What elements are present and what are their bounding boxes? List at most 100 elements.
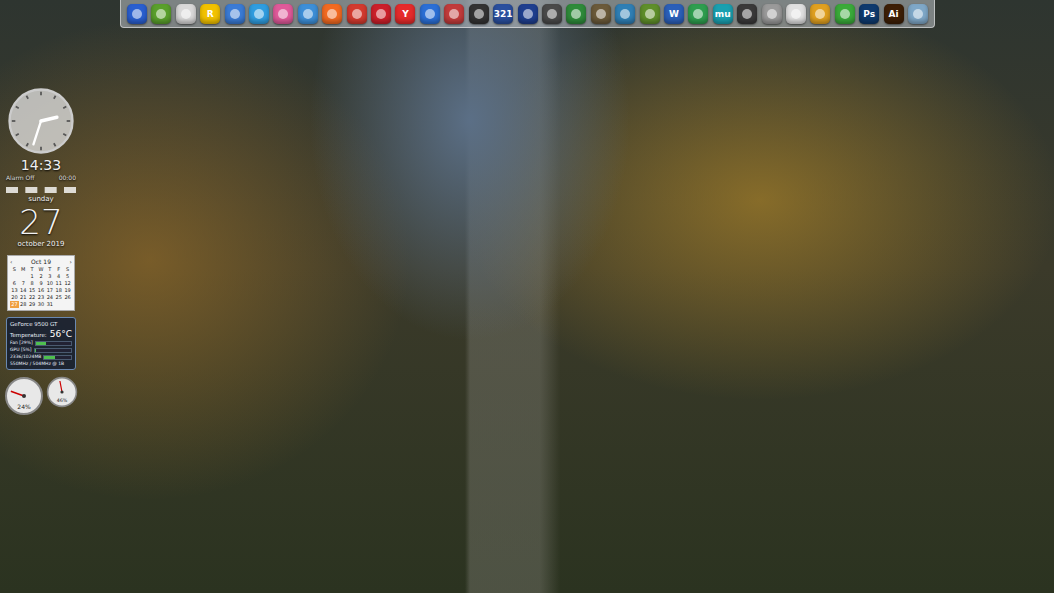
calendar-day[interactable]: 1: [28, 273, 37, 280]
app-icon[interactable]: [640, 4, 660, 24]
calendar-day[interactable]: 23: [37, 294, 46, 301]
app-icon[interactable]: [542, 4, 562, 24]
glyph-icon: [254, 9, 264, 19]
gpu-gadget: GeForce 9500 GTTemperature:56°CFan [29%]…: [6, 317, 76, 370]
calendar-day[interactable]: 7: [19, 280, 28, 287]
calendar-day[interactable]: 8: [28, 280, 37, 287]
meter-gadget: 24% 46%: [4, 376, 78, 416]
app-icon[interactable]: [151, 4, 171, 24]
app-icon[interactable]: [176, 4, 196, 24]
app-icon[interactable]: [420, 4, 440, 24]
svg-text:46%: 46%: [57, 398, 68, 403]
app-icon[interactable]: R: [200, 4, 220, 24]
app-icon[interactable]: [615, 4, 635, 24]
calendar-day[interactable]: 29: [28, 301, 37, 308]
app-icon[interactable]: [249, 4, 269, 24]
app-icon[interactable]: [444, 4, 464, 24]
gadget-column: 14:33Alarm Off00:00sunday27october 2019‹…: [4, 86, 78, 416]
glyph-icon: [474, 9, 484, 19]
calendar-day[interactable]: 2: [37, 273, 46, 280]
calendar-day[interactable]: 9: [37, 280, 46, 287]
app-icon[interactable]: [688, 4, 708, 24]
app-icon[interactable]: [566, 4, 586, 24]
glyph-icon: [181, 9, 191, 19]
calendar-day[interactable]: 14: [19, 287, 28, 294]
calendar-day[interactable]: 16: [37, 287, 46, 294]
app-icon[interactable]: [737, 4, 757, 24]
meter-fill: [36, 342, 46, 345]
calendar-day[interactable]: 3: [45, 273, 54, 280]
day-number: 27: [19, 204, 62, 240]
calendar-day[interactable]: [19, 273, 28, 280]
calendar-day[interactable]: 26: [63, 294, 72, 301]
calendar-day[interactable]: 4: [54, 273, 63, 280]
svg-text:24%: 24%: [17, 403, 31, 410]
calendar-day[interactable]: [63, 301, 72, 308]
app-icon[interactable]: [322, 4, 342, 24]
next-button[interactable]: ›: [70, 258, 72, 266]
app-icon[interactable]: [591, 4, 611, 24]
meter-track: [35, 341, 72, 346]
glyph-icon: [303, 9, 313, 19]
weekday: sunday: [28, 195, 53, 204]
calendar-day[interactable]: 10: [45, 280, 54, 287]
calendar-day[interactable]: [54, 301, 63, 308]
app-icon[interactable]: Ps: [859, 4, 879, 24]
weekday-header: W: [37, 266, 46, 273]
app-icon[interactable]: [273, 4, 293, 24]
glyph-icon: [815, 9, 825, 19]
app-icon[interactable]: [786, 4, 806, 24]
calendar-day[interactable]: 11: [54, 280, 63, 287]
calendar-header: ‹Oct 19›: [10, 258, 72, 266]
calendar-day[interactable]: 15: [28, 287, 37, 294]
calendar-day[interactable]: [10, 273, 19, 280]
app-icon[interactable]: [298, 4, 318, 24]
calendar-day[interactable]: 17: [45, 287, 54, 294]
app-icon[interactable]: [127, 4, 147, 24]
calendar-day[interactable]: 27: [10, 301, 19, 308]
app-icon[interactable]: [469, 4, 489, 24]
app-icon[interactable]: [347, 4, 367, 24]
temperature-row: Temperature:56°C: [10, 329, 72, 339]
app-icon[interactable]: [810, 4, 830, 24]
app-icon[interactable]: Y: [395, 4, 415, 24]
alarm-row: Alarm Off00:00: [6, 174, 76, 181]
calendar-day[interactable]: 12: [63, 280, 72, 287]
calendar-day[interactable]: 18: [54, 287, 63, 294]
app-icon[interactable]: [225, 4, 245, 24]
app-icon[interactable]: W: [664, 4, 684, 24]
glyph-icon: [596, 9, 606, 19]
weekday-header: M: [19, 266, 28, 273]
prev-button[interactable]: ‹: [10, 258, 12, 266]
app-icon[interactable]: [518, 4, 538, 24]
gpu-meter: GPU [5%]: [10, 347, 72, 353]
glyph-icon: [156, 9, 166, 19]
app-icon[interactable]: [908, 4, 928, 24]
app-icon[interactable]: Ai: [884, 4, 904, 24]
app-icon[interactable]: 321: [493, 4, 513, 24]
meter-track: [43, 355, 72, 360]
calendar-day[interactable]: 5: [63, 273, 72, 280]
calendar-day[interactable]: 13: [10, 287, 19, 294]
calendar-day[interactable]: 6: [10, 280, 19, 287]
calendar-day[interactable]: 21: [19, 294, 28, 301]
calendar-day[interactable]: 19: [63, 287, 72, 294]
calendar-day[interactable]: 25: [54, 294, 63, 301]
app-icon[interactable]: [762, 4, 782, 24]
app-icon[interactable]: [835, 4, 855, 24]
calendar-day[interactable]: 22: [28, 294, 37, 301]
clock-gadget[interactable]: 14:33Alarm Off00:00: [4, 86, 78, 181]
meter-track: [34, 348, 72, 353]
glyph-icon: [523, 9, 533, 19]
calendar-day[interactable]: 24: [45, 294, 54, 301]
app-icon[interactable]: [371, 4, 391, 24]
gpu-clock: 550MHz / 504MHz @ 1B: [10, 361, 72, 367]
month: october 2019: [18, 240, 65, 249]
glyph-icon: [547, 9, 557, 19]
app-icon[interactable]: mu: [713, 4, 733, 24]
calendar-day[interactable]: 30: [37, 301, 46, 308]
calendar-day[interactable]: 31: [45, 301, 54, 308]
meter-fill: [35, 349, 37, 352]
calendar-day[interactable]: 20: [10, 294, 19, 301]
calendar-day[interactable]: 28: [19, 301, 28, 308]
